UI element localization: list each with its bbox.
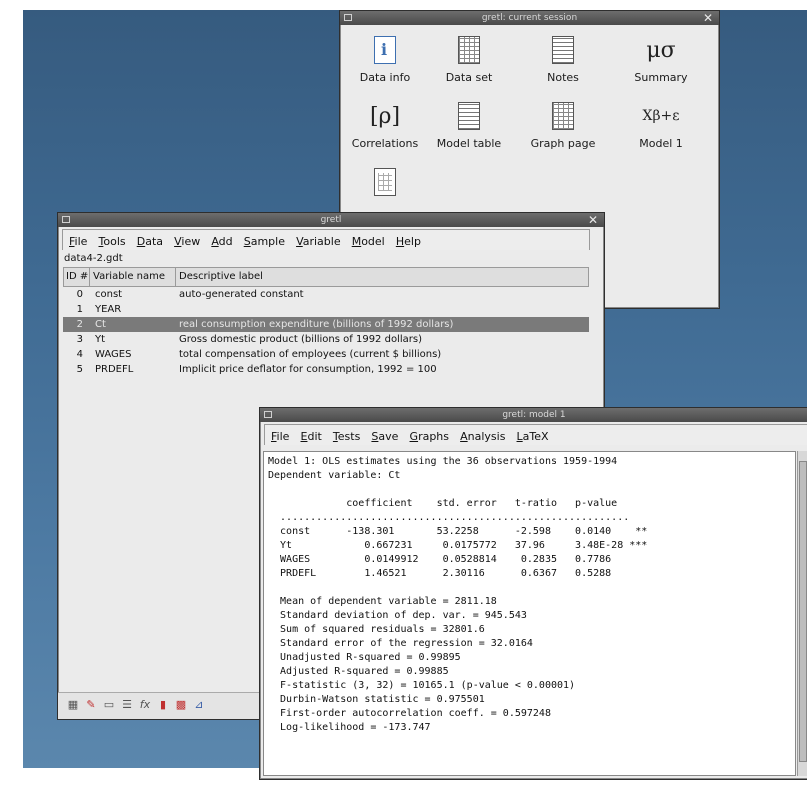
variable-label: Gross domestic product (billions of 1992… [179, 334, 422, 345]
session-item-data-info[interactable]: Data info [340, 35, 430, 84]
session-item-label: Model table [436, 137, 502, 150]
session-item-label: Model 1 [639, 137, 683, 150]
model-output-text: Model 1: OLS estimates using the 36 obse… [268, 456, 648, 733]
model-menubar: File Edit Tests Save Graphs Analysis LaT… [264, 424, 807, 445]
model-window: gretl: model 1 File Edit Tests Save Grap… [259, 407, 807, 780]
column-header-name[interactable]: Variable name [90, 268, 176, 286]
variable-label: Implicit price deflator for consumption,… [179, 364, 437, 375]
session-item-notes[interactable]: Notes [518, 35, 608, 84]
model-title: gretl: model 1 [502, 410, 566, 420]
main-title: gretl [320, 215, 342, 225]
graph-icon[interactable]: ⊿ [192, 698, 206, 712]
session-item-data-set[interactable]: Data set [424, 35, 514, 84]
variable-id: 0 [76, 289, 83, 300]
calculator-icon[interactable]: ▦ [66, 698, 80, 712]
session-item-label: Data set [445, 71, 493, 84]
menu-latex[interactable]: LaTeX [517, 427, 549, 447]
session-item-label: Notes [547, 71, 579, 84]
notes-icon [548, 35, 578, 65]
menu-sample[interactable]: Sample [244, 232, 285, 252]
variable-name: WAGES [95, 349, 132, 360]
menu-edit[interactable]: Edit [301, 427, 322, 447]
variable-label: auto-generated constant [179, 289, 304, 300]
session-item-model-1[interactable]: Xβ+ε Model 1 [616, 101, 706, 150]
correlations-icon: [ρ] [369, 103, 401, 129]
variable-label: real consumption expenditure (billions o… [179, 319, 454, 330]
column-header-id[interactable]: ID # [64, 268, 90, 286]
session-item-label: Summary [634, 71, 688, 84]
vertical-scrollbar[interactable] [797, 451, 807, 776]
session-icon[interactable]: ▩ [174, 698, 188, 712]
summary-icon: μσ [646, 37, 676, 63]
graph-page-icon [548, 101, 578, 131]
session-item-label: Graph page [530, 137, 596, 150]
window-menu-icon[interactable] [264, 411, 272, 418]
menu-analysis[interactable]: Analysis [460, 427, 505, 447]
variable-id: 2 [76, 319, 83, 330]
session-item-graph[interactable] [340, 167, 430, 203]
table-row[interactable]: 1 YEAR [63, 302, 589, 317]
menu-save[interactable]: Save [371, 427, 398, 447]
help-book-icon[interactable]: ▮ [156, 698, 170, 712]
terminal-icon[interactable]: ▭ [102, 698, 116, 712]
menu-tests[interactable]: Tests [333, 427, 360, 447]
function-icon[interactable]: fx [138, 698, 152, 712]
variable-name: PRDEFL [95, 364, 134, 375]
menu-model[interactable]: Model [352, 232, 385, 252]
variable-list: ID # Variable name Descriptive label 0 c… [63, 267, 589, 377]
variable-name: YEAR [95, 304, 122, 315]
session-title: gretl: current session [481, 13, 578, 23]
menu-graphs[interactable]: Graphs [410, 427, 449, 447]
session-item-correlations[interactable]: [ρ] Correlations [340, 101, 430, 151]
variable-id: 4 [76, 349, 83, 360]
model-output-pane[interactable]: Model 1: OLS estimates using the 36 obse… [263, 451, 796, 776]
table-row[interactable]: 4 WAGES total compensation of employees … [63, 347, 589, 362]
close-icon[interactable]: ✕ [588, 213, 598, 227]
session-item-summary[interactable]: μσ Summary [616, 35, 706, 85]
variable-id: 5 [76, 364, 83, 375]
session-item-label: Data info [359, 71, 411, 84]
menu-help[interactable]: Help [396, 232, 421, 252]
variable-name: Ct [95, 319, 106, 330]
variable-name: Yt [95, 334, 106, 345]
variable-label: total compensation of employees (current… [179, 349, 442, 360]
menu-add[interactable]: Add [211, 232, 232, 252]
session-item-graph-page[interactable]: Graph page [518, 101, 608, 150]
variable-list-header: ID # Variable name Descriptive label [63, 267, 589, 287]
variable-id: 3 [76, 334, 83, 345]
menu-view[interactable]: View [174, 232, 200, 252]
table-row[interactable]: 5 PRDEFL Implicit price deflator for con… [63, 362, 589, 377]
main-titlebar[interactable]: gretl ✕ [58, 213, 604, 227]
variable-id: 1 [76, 304, 83, 315]
table-row[interactable]: 0 const auto-generated constant [63, 287, 589, 302]
menu-tools[interactable]: Tools [99, 232, 126, 252]
menu-data[interactable]: Data [137, 232, 163, 252]
main-menubar: File Tools Data View Add Sample Variable… [62, 229, 590, 250]
dataset-filename: data4-2.gdt [64, 253, 123, 264]
column-header-label[interactable]: Descriptive label [176, 268, 588, 286]
scrollbar-thumb[interactable] [799, 461, 807, 762]
command-icon[interactable]: ☰ [120, 698, 134, 712]
session-titlebar[interactable]: gretl: current session ✕ [340, 11, 719, 25]
menu-file[interactable]: File [69, 232, 87, 252]
graph-icon [370, 167, 400, 197]
variable-name: const [95, 289, 123, 300]
window-menu-icon[interactable] [62, 216, 70, 223]
variable-label [175, 302, 589, 317]
model-icon: Xβ+ε [642, 108, 680, 124]
table-row-selected[interactable]: 2 Ct real consumption expenditure (billi… [63, 317, 589, 332]
session-item-model-table[interactable]: Model table [424, 101, 514, 150]
model-titlebar[interactable]: gretl: model 1 [260, 408, 807, 422]
edit-icon[interactable]: ✎ [84, 698, 98, 712]
menu-file[interactable]: File [271, 427, 289, 447]
session-item-label: Correlations [351, 137, 419, 150]
menu-variable[interactable]: Variable [296, 232, 341, 252]
window-menu-icon[interactable] [344, 14, 352, 21]
close-icon[interactable]: ✕ [703, 11, 713, 25]
data-info-icon [370, 35, 400, 65]
model-table-icon [454, 101, 484, 131]
table-row[interactable]: 3 Yt Gross domestic product (billions of… [63, 332, 589, 347]
data-set-icon [454, 35, 484, 65]
